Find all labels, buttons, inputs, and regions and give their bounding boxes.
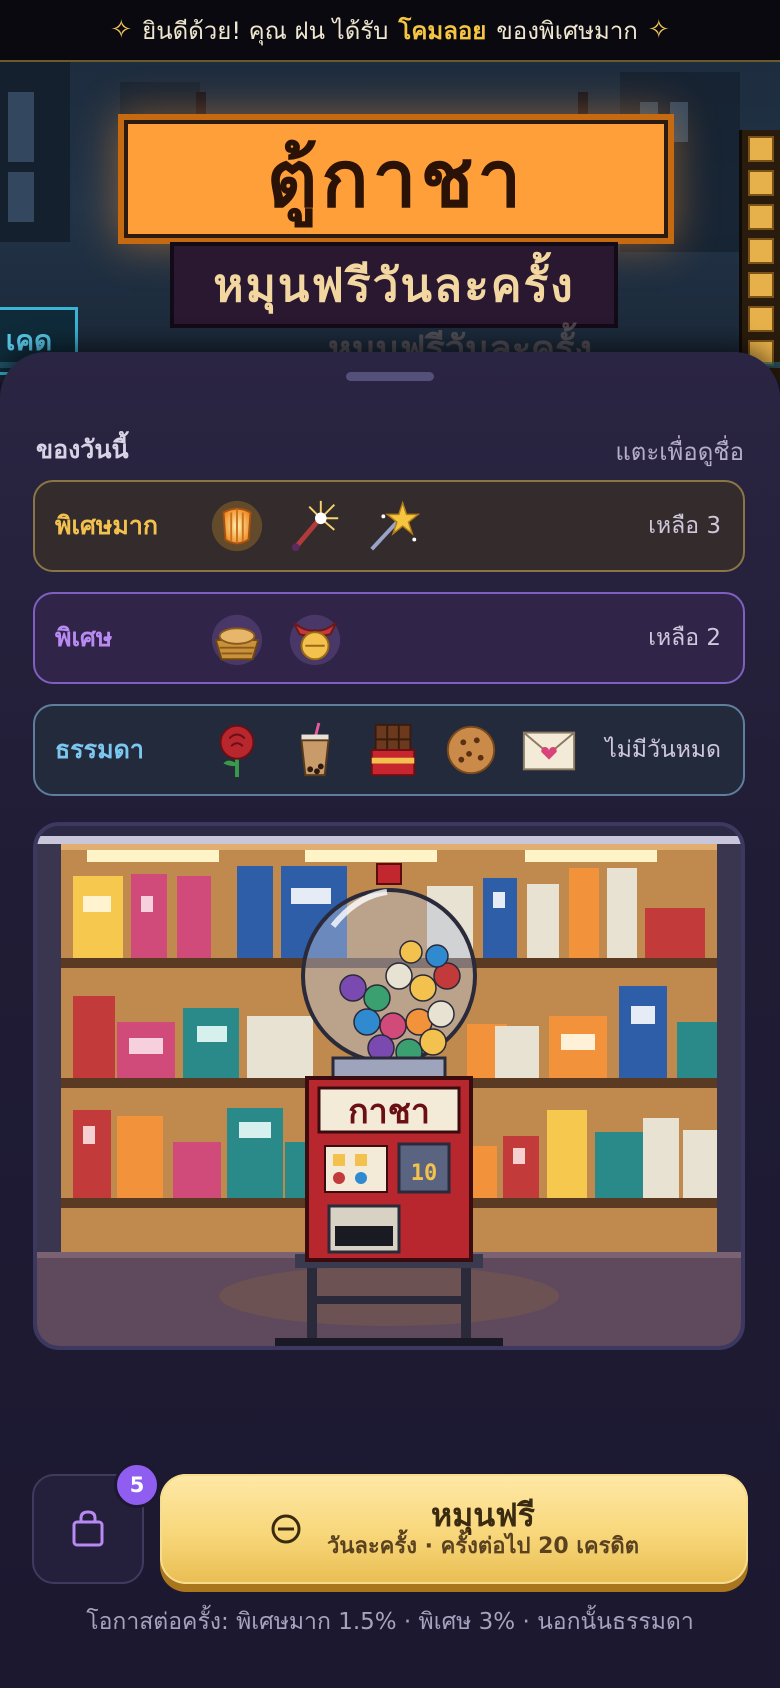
- sheet-grabber[interactable]: [346, 372, 434, 381]
- banner-suffix: ของพิเศษมาก: [496, 16, 638, 45]
- gacha-machine-card: กาชา 10: [33, 822, 745, 1350]
- cookie-icon[interactable]: [441, 720, 501, 780]
- tier-name: พิเศษมาก: [55, 511, 159, 540]
- notification-banner: ✧ ยินดีด้วย! คุณ ฝน ได้รับ โคมลอย ของพิเ…: [0, 0, 780, 62]
- inventory-count-badge: 5: [114, 1462, 160, 1508]
- gacha-panel: ของวันนี้ แตะเพื่อดูชื่อ พิเศษมาก เหลือ …: [0, 352, 780, 1688]
- store-scene: กาชา 10: [37, 826, 741, 1346]
- sparkle-icon: ✧: [647, 15, 670, 45]
- hero-sign-subtitle: หมุนฟรีวันละครั้ง: [170, 242, 618, 328]
- tier-remaining: เหลือ 2: [648, 625, 721, 651]
- chocolate-icon[interactable]: [363, 720, 423, 780]
- bell-charm-icon[interactable]: [285, 608, 345, 668]
- coin-value: 10: [411, 1161, 438, 1186]
- tier-super-rare[interactable]: พิเศษมาก เหลือ 3: [33, 480, 745, 572]
- bread-basket-icon[interactable]: [207, 608, 267, 668]
- tier-remaining: ไม่มีวันหมด: [605, 737, 721, 763]
- spin-button-title: หมุนฟรี: [431, 1496, 535, 1534]
- lantern-icon[interactable]: [207, 496, 267, 556]
- banner-prefix: ยินดีด้วย! คุณ ฝน ได้รับ: [142, 16, 389, 45]
- odds-text: โอกาสต่อครั้ง: พิเศษมาก 1.5% · พิเศษ 3% …: [86, 1609, 694, 1635]
- machine-label: กาชา: [348, 1092, 430, 1132]
- tier-remaining: เหลือ 3: [648, 513, 721, 539]
- rose-icon[interactable]: [207, 720, 267, 780]
- spin-button-subtitle: วันละครั้ง · ครั้งต่อไป 20 เครดิต: [326, 1534, 639, 1559]
- free-spin-button[interactable]: หมุนฟรี วันละครั้ง · ครั้งต่อไป 20 เครดิ…: [160, 1474, 748, 1584]
- hero-scene: เคด ตู้กาชา หมุนฟรีวันละครั้ง หมุนฟรีวัน…: [0, 62, 780, 382]
- sparkler-icon[interactable]: [285, 496, 345, 556]
- banner-item: โคมลอย: [398, 16, 487, 45]
- tier-common[interactable]: ธรรมดา ไม่มีวันหมด: [33, 704, 745, 796]
- love-letter-icon[interactable]: [519, 720, 579, 780]
- hero-sign-title: ตู้กาชา: [118, 114, 674, 244]
- lantern-column: [739, 130, 780, 382]
- shopping-bag-icon: [72, 1510, 104, 1547]
- tier-name: ธรรมดา: [55, 735, 144, 764]
- tier-rare[interactable]: พิเศษ เหลือ 2: [33, 592, 745, 684]
- coin-icon: [271, 1514, 301, 1544]
- section-title: ของวันนี้: [36, 435, 129, 464]
- star-wand-icon[interactable]: [363, 496, 423, 556]
- bubble-tea-icon[interactable]: [285, 720, 345, 780]
- sparkle-icon: ✧: [110, 15, 133, 45]
- tier-name: พิเศษ: [55, 623, 113, 652]
- tap-to-see-names-link[interactable]: แตะเพื่อดูชื่อ: [615, 432, 744, 471]
